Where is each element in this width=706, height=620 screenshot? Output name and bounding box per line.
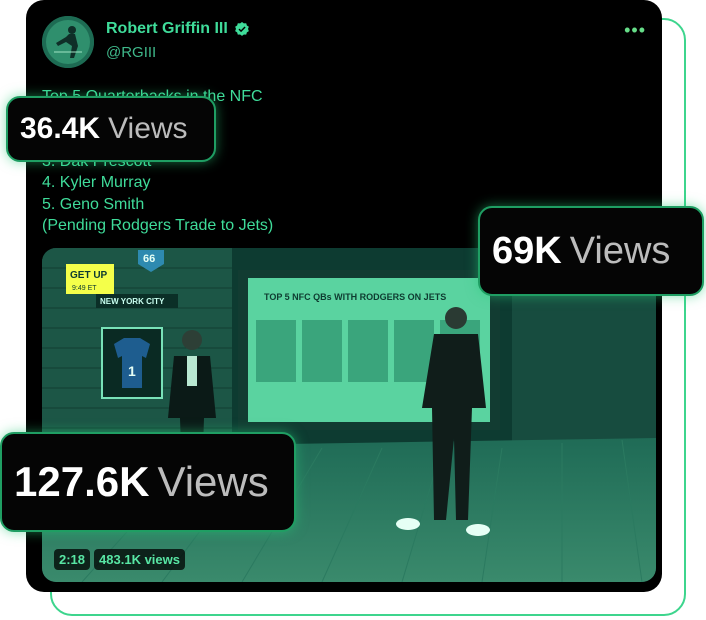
views-badge-number: 69K [492, 229, 562, 272]
get-up-logo: GET UP [70, 270, 108, 281]
ellipsis-icon[interactable]: ••• [624, 20, 646, 41]
screen-title: TOP 5 NFC QBs WITH RODGERS ON JETS [264, 292, 446, 302]
views-badge: 127.6K Views [0, 432, 296, 532]
views-badge: 36.4K Views [6, 96, 216, 162]
views-badge-label: Views [108, 112, 188, 145]
route-sign: 66 [143, 253, 155, 265]
author-block: Robert Griffin III @RGIII [106, 20, 250, 61]
video-meta: 2:18 483.1K views [54, 549, 185, 570]
tweet-line: 5. Geno Smith [42, 195, 145, 213]
views-badge-number: 36.4K [20, 112, 101, 145]
verified-badge-icon [234, 22, 249, 36]
author-handle[interactable]: @RGIII [106, 44, 250, 61]
video-duration: 2:18 [54, 549, 91, 570]
time-tag: 9:49 ET [72, 285, 97, 292]
views-badge-label: Views [569, 229, 671, 272]
city-sign: NEW YORK CITY [100, 297, 165, 306]
author-name-row: Robert Griffin III [106, 20, 250, 38]
author-name[interactable]: Robert Griffin III [106, 20, 228, 38]
views-badge: 69K Views [478, 206, 704, 296]
views-badge-number: 127.6K [14, 458, 150, 505]
video-view-count: 483.1K views [94, 549, 185, 570]
jersey-number: 1 [128, 363, 136, 379]
tweet-line: (Pending Rodgers Trade to Jets) [42, 217, 274, 234]
avatar[interactable] [42, 16, 94, 68]
views-badge-label: Views [157, 458, 269, 505]
tweet-line: 4. Kyler Murray [42, 174, 151, 191]
